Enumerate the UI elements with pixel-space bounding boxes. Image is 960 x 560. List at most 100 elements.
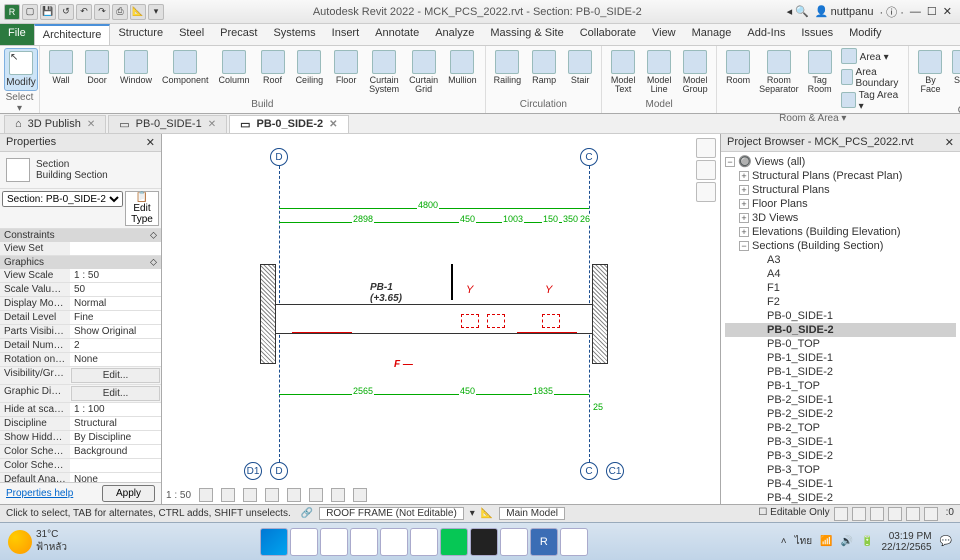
- tree-group[interactable]: − Sections (Building Section): [725, 239, 956, 253]
- prop-category[interactable]: Constraints⬦: [0, 229, 161, 242]
- prop-row[interactable]: Visibility/Graphics...Edit...: [0, 367, 161, 385]
- edge-icon[interactable]: [380, 528, 408, 556]
- doc-tab[interactable]: ⌂3D Publish✕: [4, 115, 106, 133]
- explorer-icon[interactable]: [350, 528, 378, 556]
- maximize-icon[interactable]: ☐: [927, 5, 937, 18]
- prop-row[interactable]: Detail Number2: [0, 339, 161, 353]
- tab-file[interactable]: File: [0, 24, 34, 45]
- roof-button[interactable]: Roof: [256, 48, 290, 87]
- tab-structure[interactable]: Structure: [110, 24, 171, 45]
- app-menu-icon[interactable]: R: [4, 4, 20, 20]
- measure-icon[interactable]: 📐: [130, 4, 146, 20]
- tray-chevron-icon[interactable]: ˄: [781, 536, 787, 547]
- nav-cube-icon[interactable]: [696, 160, 716, 180]
- tab-close-icon[interactable]: ✕: [208, 119, 216, 130]
- grid-bubble[interactable]: D: [270, 148, 288, 166]
- redo-icon[interactable]: ↷: [94, 4, 110, 20]
- tree-view-item[interactable]: PB-1_TOP: [725, 379, 956, 393]
- tree-view-item[interactable]: PB-1_SIDE-1: [725, 351, 956, 365]
- sun-path-icon[interactable]: [243, 488, 257, 502]
- tree-view-item[interactable]: A3: [725, 253, 956, 267]
- prop-row[interactable]: Parts VisibilityShow Original: [0, 325, 161, 339]
- curtain-system-button[interactable]: CurtainSystem: [365, 48, 403, 96]
- tab-view[interactable]: View: [644, 24, 684, 45]
- select-face-icon[interactable]: [888, 507, 902, 521]
- prop-row[interactable]: Scale Value 1:50: [0, 283, 161, 297]
- tree-view-item[interactable]: PB-3_TOP: [725, 463, 956, 477]
- volume-icon[interactable]: 🔊: [841, 536, 853, 547]
- detail-level-icon[interactable]: [199, 488, 213, 502]
- doc-tab[interactable]: ▭PB-0_SIDE-1✕: [108, 115, 227, 133]
- prop-row[interactable]: Rotation on SheetNone: [0, 353, 161, 367]
- revit-icon[interactable]: R: [530, 528, 558, 556]
- model-text-button[interactable]: ModelText: [606, 48, 640, 96]
- tree-view-item[interactable]: PB-2_TOP: [725, 421, 956, 435]
- properties-close-icon[interactable]: ✕: [146, 136, 155, 149]
- shaft-button[interactable]: Shaft: [947, 48, 960, 96]
- tree-view-item[interactable]: PB-0_SIDE-2: [725, 323, 956, 337]
- help-icon[interactable]: · ⓘ ·: [879, 4, 903, 20]
- tree-view-item[interactable]: F1: [725, 281, 956, 295]
- area-boundary-button[interactable]: Area Boundary: [839, 67, 905, 89]
- tab-precast[interactable]: Precast: [212, 24, 265, 45]
- battery-icon[interactable]: 🔋: [861, 536, 873, 547]
- tab-close-icon[interactable]: ✕: [329, 119, 337, 130]
- teams-icon[interactable]: [290, 528, 318, 556]
- tree-root[interactable]: − 🔘 Views (all): [725, 154, 956, 169]
- wifi-icon[interactable]: 📶: [820, 536, 832, 547]
- tab-analyze[interactable]: Analyze: [427, 24, 482, 45]
- grid-bubble[interactable]: C1: [606, 462, 624, 480]
- mullion-button[interactable]: Mullion: [444, 48, 481, 87]
- design-option[interactable]: Main Model: [499, 507, 565, 520]
- minimize-icon[interactable]: —: [910, 6, 921, 18]
- filter-icon[interactable]: [924, 507, 938, 521]
- nav-wheel-icon[interactable]: [696, 182, 716, 202]
- prop-row[interactable]: View Set: [0, 242, 161, 256]
- mail-icon[interactable]: [320, 528, 348, 556]
- tab-issues[interactable]: Issues: [793, 24, 841, 45]
- tree-group[interactable]: + Structural Plans (Precast Plan): [725, 169, 956, 183]
- reveal-icon[interactable]: [353, 488, 367, 502]
- area--button[interactable]: Area ▾: [839, 48, 905, 66]
- tree-view-item[interactable]: PB-1_SIDE-2: [725, 365, 956, 379]
- edit-type-button[interactable]: 📋 Edit Type: [125, 191, 159, 226]
- tree-view-item[interactable]: PB-2_SIDE-2: [725, 407, 956, 421]
- column-section[interactable]: [260, 264, 276, 364]
- grid-bubble[interactable]: D1: [244, 462, 262, 480]
- floor-button[interactable]: Floor: [329, 48, 363, 87]
- doc-tab[interactable]: ▭PB-0_SIDE-2✕: [229, 115, 348, 133]
- weather-widget[interactable]: 31°Cฟ้าหลัว: [8, 529, 67, 555]
- prop-row[interactable]: Color Scheme Loc...Background: [0, 445, 161, 459]
- tree-view-item[interactable]: PB-0_TOP: [725, 337, 956, 351]
- tree-group[interactable]: + 3D Views: [725, 211, 956, 225]
- tab-manage[interactable]: Manage: [684, 24, 740, 45]
- tab-addins[interactable]: Add-Ins: [739, 24, 793, 45]
- window-button[interactable]: Window: [116, 48, 156, 87]
- select-group-label[interactable]: Select ▾: [4, 91, 35, 115]
- search-icon[interactable]: ◂ 🔍: [787, 5, 809, 18]
- tree-view-item[interactable]: PB-0_SIDE-1: [725, 309, 956, 323]
- component-button[interactable]: Component: [158, 48, 213, 87]
- prop-row[interactable]: Default Analysis D...None: [0, 473, 161, 482]
- tab-steel[interactable]: Steel: [171, 24, 212, 45]
- stair-button[interactable]: Stair: [563, 48, 597, 87]
- tree-view-item[interactable]: PB-2_SIDE-1: [725, 393, 956, 407]
- print-icon[interactable]: ⎙: [112, 4, 128, 20]
- nav-home-icon[interactable]: [696, 138, 716, 158]
- start-icon[interactable]: [260, 528, 288, 556]
- ceiling-button[interactable]: Ceiling: [292, 48, 328, 87]
- drawing-canvas[interactable]: D C D1 D C C1 4800 2898 450 1003 150 350…: [162, 134, 720, 504]
- grid-bubble[interactable]: C: [580, 148, 598, 166]
- tag-area--button[interactable]: Tag Area ▾: [839, 90, 905, 112]
- prop-row[interactable]: DisciplineStructural: [0, 417, 161, 431]
- chrome-icon[interactable]: [410, 528, 438, 556]
- user-account[interactable]: 👤 nuttpanu: [815, 5, 874, 18]
- room-separator-button[interactable]: RoomSeparator: [755, 48, 803, 96]
- select-pinned-icon[interactable]: [870, 507, 884, 521]
- sync-icon[interactable]: ↺: [58, 4, 74, 20]
- curtain-grid-button[interactable]: CurtainGrid: [405, 48, 442, 96]
- column-section[interactable]: [592, 264, 608, 364]
- tree-group[interactable]: + Structural Plans: [725, 183, 956, 197]
- tree-view-item[interactable]: F2: [725, 295, 956, 309]
- tree-view-item[interactable]: PB-3_SIDE-1: [725, 435, 956, 449]
